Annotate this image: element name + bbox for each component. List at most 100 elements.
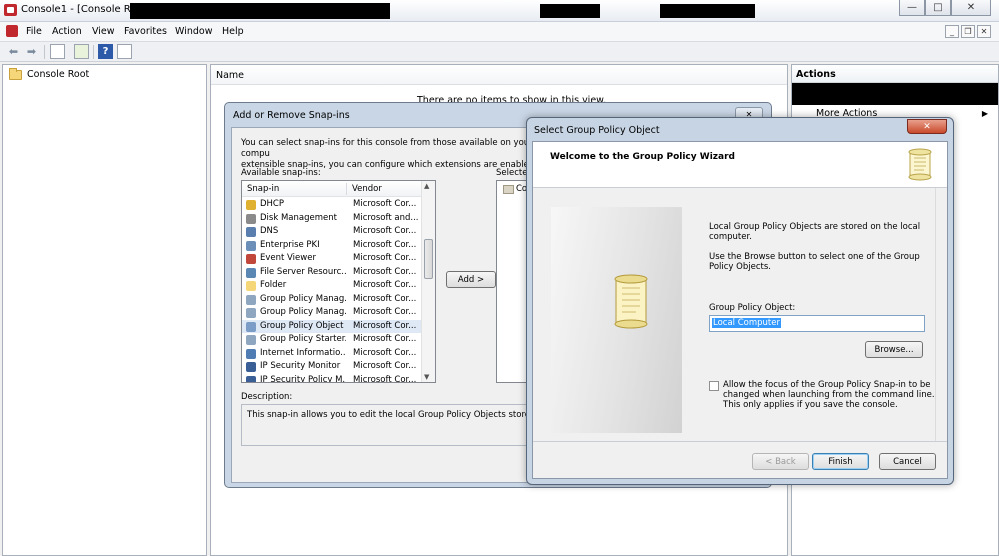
scrollbar-thumb[interactable] <box>424 239 433 279</box>
mmc-app-icon[interactable] <box>4 4 17 16</box>
list-scrollbar[interactable]: ▲ ▼ <box>421 181 435 382</box>
group-policy-icon <box>246 335 256 345</box>
menu-window[interactable]: Window <box>175 26 212 37</box>
wizard-body: Welcome to the Group Policy Wizard Local… <box>532 141 948 479</box>
snapin-list-row[interactable]: DHCP Microsoft Cor... <box>242 198 423 212</box>
help-icon[interactable]: ? <box>98 44 113 59</box>
snapin-vendor: Microsoft Cor... <box>353 320 417 331</box>
snapin-list-row[interactable]: Group Policy Starter... Microsoft Cor... <box>242 333 423 347</box>
snapin-list-row[interactable]: IP Security Monitor Microsoft Cor... <box>242 360 423 374</box>
snapin-name: Group Policy Manag... <box>260 293 346 304</box>
description-label: Description: <box>241 392 293 402</box>
actions-title: Actions <box>796 69 836 80</box>
column-label: Name <box>216 70 245 81</box>
finish-button[interactable]: Finish <box>812 453 869 470</box>
redacted-area <box>540 4 600 18</box>
snapin-vendor: Microsoft Cor... <box>353 226 417 236</box>
cancel-button[interactable]: Cancel <box>879 453 936 470</box>
forward-arrow-icon[interactable]: ➡ <box>24 44 39 59</box>
snapin-list-row[interactable]: File Server Resourc... Microsoft Cor... <box>242 266 423 280</box>
window-close-button[interactable]: ✕ <box>951 0 991 16</box>
dialog-close-button[interactable]: ✕ <box>907 119 947 134</box>
window-minimize-button[interactable]: — <box>899 0 925 16</box>
show-hide-tree-icon[interactable] <box>50 44 65 59</box>
list-header: Snap-in Vendor <box>242 181 423 197</box>
scroll-down-icon[interactable]: ▼ <box>424 373 429 381</box>
snapin-name: DNS <box>260 226 279 236</box>
folder-icon <box>9 67 22 80</box>
scroll-up-icon[interactable]: ▲ <box>424 182 429 190</box>
mdi-close-button[interactable]: ✕ <box>977 25 991 38</box>
dialog-title: Select Group Policy Object <box>534 125 660 136</box>
snapin-vendor: Microsoft Cor... <box>353 280 417 290</box>
mdi-minimize-button[interactable]: _ <box>945 25 959 38</box>
export-list-icon[interactable] <box>74 44 89 59</box>
select-gpo-dialog: Select Group Policy Object ✕ Welcome to … <box>526 117 954 485</box>
title-bar: Console1 - [Console Root] — □ ✕ <box>0 0 999 22</box>
scroll-document-icon <box>908 148 932 181</box>
wizard-scrollbar[interactable] <box>935 188 947 442</box>
menu-favorites[interactable]: Favorites <box>124 26 167 37</box>
menu-help[interactable]: Help <box>222 26 244 37</box>
menu-view[interactable]: View <box>92 26 115 37</box>
snapin-list-row[interactable]: Group Policy Object ... Microsoft Cor... <box>242 319 423 333</box>
mdi-restore-button[interactable]: ❐ <box>961 25 975 38</box>
gpo-field[interactable]: Local Computer <box>709 315 925 332</box>
browse-button[interactable]: Browse... <box>865 341 923 358</box>
window-maximize-button[interactable]: □ <box>925 0 951 16</box>
snapin-vendor: Microsoft Cor... <box>353 293 417 304</box>
group-policy-object-icon <box>246 321 256 332</box>
snapin-list-row[interactable]: Group Policy Manag... Microsoft Cor... <box>242 293 423 307</box>
snapin-list-row[interactable]: Folder Microsoft Cor... <box>242 279 423 293</box>
snapin-name: Folder <box>260 280 287 290</box>
snapin-name: IP Security Monitor <box>260 361 341 371</box>
toolbar: ⬅ ➡ ? <box>0 42 999 62</box>
ip-security-icon <box>246 375 256 382</box>
menu-file[interactable]: File <box>26 26 42 37</box>
snapin-vendor: Microsoft Cor... <box>353 266 417 277</box>
allow-focus-label[interactable]: Allow the focus of the Group Policy Snap… <box>723 380 935 410</box>
menu-action[interactable]: Action <box>52 26 82 37</box>
snapin-list-row[interactable]: Group Policy Manag... Microsoft Cor... <box>242 306 423 320</box>
event-viewer-icon <box>246 254 256 264</box>
back-button[interactable]: < Back <box>752 453 809 470</box>
snapin-column-header[interactable]: Snap-in <box>247 184 279 194</box>
vendor-column-header[interactable]: Vendor <box>352 184 382 194</box>
console-tree-pane: Console Root <box>2 64 207 556</box>
snapin-name: IP Security Policy M... <box>260 374 346 383</box>
snapin-list-row[interactable]: Internet Informatio... Microsoft Cor... <box>242 347 423 361</box>
snapin-name: Group Policy Manag... <box>260 307 346 317</box>
actions-header: Actions <box>792 65 998 83</box>
scroll-document-icon <box>614 274 648 329</box>
back-arrow-icon[interactable]: ⬅ <box>6 44 21 59</box>
dns-icon <box>246 227 256 237</box>
menu-bar: File Action View Favorites Window Help _… <box>0 22 999 42</box>
intro-text: You can select snap-ins for this console… <box>241 138 537 170</box>
folder-icon <box>246 281 256 291</box>
snapin-list-row[interactable]: IP Security Policy M... Microsoft Cor... <box>242 374 423 383</box>
snapin-list-row[interactable]: Event Viewer Microsoft Cor... <box>242 252 423 266</box>
snapin-vendor: Microsoft Cor... <box>353 199 417 209</box>
snapin-list-row[interactable]: Disk Management Microsoft and... <box>242 212 423 226</box>
local-gpo-text: Local Group Policy Objects are stored on… <box>709 222 921 242</box>
tree-item-console-root[interactable]: Console Root <box>9 67 90 80</box>
snapin-vendor: Microsoft Cor... <box>353 334 417 344</box>
snapin-vendor: Microsoft Cor... <box>353 361 417 371</box>
dialog-title: Add or Remove Snap-ins <box>233 110 350 121</box>
toolbar-separator <box>93 45 94 59</box>
iis-icon <box>246 348 256 359</box>
gpo-field-label: Group Policy Object: <box>709 303 796 313</box>
name-column-header[interactable]: Name <box>211 65 787 85</box>
console-doc-icon[interactable] <box>6 25 18 37</box>
snapin-list-row[interactable]: DNS Microsoft Cor... <box>242 225 423 239</box>
show-action-pane-icon[interactable] <box>117 44 132 59</box>
available-snapins-list[interactable]: Snap-in Vendor DHCP Microsoft Cor... Disk … <box>241 180 436 383</box>
add-button[interactable]: Add > <box>446 271 496 288</box>
available-snapins-label: Available snap-ins: <box>241 168 321 178</box>
snapin-vendor: Microsoft Cor... <box>353 374 417 383</box>
tree-item-label: Console Root <box>27 69 90 80</box>
snapin-list-row[interactable]: Enterprise PKI Microsoft Cor... <box>242 239 423 253</box>
console-root-icon <box>503 185 514 194</box>
allow-focus-checkbox[interactable] <box>709 381 719 391</box>
browse-instruction-text: Use the Browse button to select one of t… <box>709 252 920 272</box>
